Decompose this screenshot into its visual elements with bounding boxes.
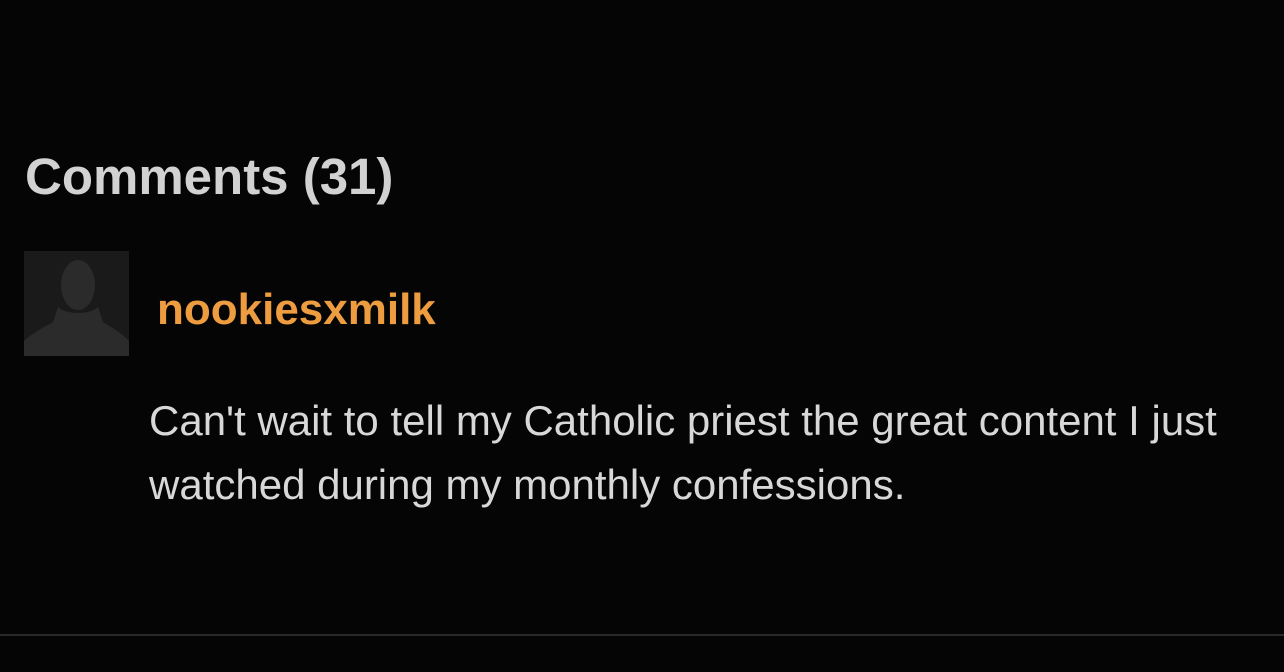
comments-heading: Comments (31) (25, 148, 394, 205)
avatar[interactable] (24, 251, 129, 356)
comment-text: Can't wait to tell my Catholic priest th… (149, 397, 1217, 508)
comment-divider (0, 634, 1284, 636)
default-user-silhouette-icon (24, 251, 129, 356)
comment-username-link[interactable]: nookiesxmilk (157, 284, 436, 337)
